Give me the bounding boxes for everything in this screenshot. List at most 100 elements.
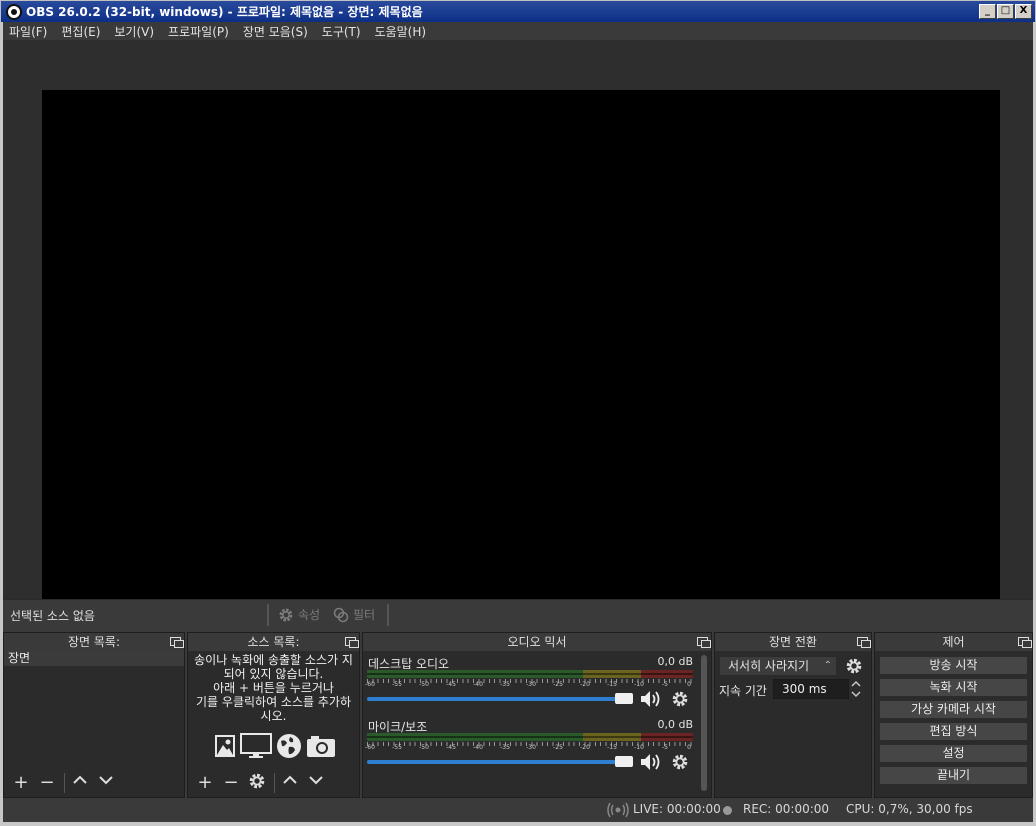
duration-label: 지속 기간 bbox=[719, 684, 767, 698]
transitions-header: 장면 전환 bbox=[715, 633, 871, 651]
studio-mode-button[interactable]: 편집 방식 bbox=[879, 722, 1028, 741]
toolbar-separator bbox=[267, 604, 269, 626]
meter-scale-label: -25 bbox=[553, 744, 563, 751]
move-scene-down-button[interactable] bbox=[95, 772, 117, 794]
menu-view[interactable]: 보기(V) bbox=[114, 23, 154, 40]
sources-toolbar: + − bbox=[188, 769, 359, 797]
settings-button[interactable]: 설정 bbox=[879, 744, 1028, 763]
duration-spinner[interactable] bbox=[849, 679, 863, 699]
undock-icon[interactable] bbox=[345, 637, 359, 648]
duration-input[interactable]: 300 ms bbox=[773, 679, 849, 699]
menu-file[interactable]: 파일(F) bbox=[9, 23, 47, 40]
rec-time: REC: 00:00:00 bbox=[743, 802, 830, 816]
meter-scale-label: -30 bbox=[526, 681, 536, 688]
move-scene-up-button[interactable] bbox=[69, 772, 91, 794]
monitor-icon bbox=[240, 733, 272, 758]
start-streaming-button[interactable]: 방송 시작 bbox=[879, 656, 1028, 675]
status-bar: LIVE: 00:00:00 REC: 00:00:00 CPU: 0,7%, … bbox=[3, 798, 1033, 822]
menu-profile[interactable]: 프로파일(P) bbox=[168, 23, 229, 40]
meter-scale-label: -40 bbox=[473, 744, 483, 751]
meter-scale-label: -15 bbox=[607, 744, 617, 751]
volume-slider-handle[interactable] bbox=[615, 693, 633, 704]
meter-scale-label: -60 bbox=[365, 744, 375, 751]
toolbar-separator bbox=[274, 773, 275, 793]
scenes-toolbar: + − bbox=[4, 769, 184, 797]
cpu-fps-status: CPU: 0,7%, 30,00 fps bbox=[846, 802, 973, 816]
scenes-dock: 장면 목록: 장면 + − bbox=[3, 632, 185, 798]
meter-scale-label: 0 bbox=[687, 681, 691, 688]
speaker-icon[interactable] bbox=[639, 689, 663, 709]
menu-edit[interactable]: 편집(E) bbox=[61, 23, 100, 40]
undock-icon[interactable] bbox=[857, 637, 871, 648]
gear-icon[interactable] bbox=[671, 753, 689, 771]
menu-tools[interactable]: 도구(T) bbox=[322, 23, 361, 40]
properties-button[interactable]: 속성 bbox=[278, 606, 320, 623]
meter-scale-label: -5 bbox=[662, 744, 668, 751]
add-scene-button[interactable]: + bbox=[10, 772, 32, 794]
undock-icon[interactable] bbox=[697, 637, 711, 648]
exit-button[interactable]: 끝내기 bbox=[879, 766, 1028, 785]
volume-meter bbox=[367, 733, 693, 741]
meter-scale-label: -15 bbox=[607, 681, 617, 688]
move-source-down-button[interactable] bbox=[305, 772, 327, 794]
audio-mixer-dock: 오디오 믹서 데스크탑 오디오 0,0 dB -60 -55 -50 -45 -40 -3… bbox=[362, 632, 712, 798]
globe-icon bbox=[277, 734, 301, 758]
obs-logo-icon bbox=[6, 3, 22, 20]
add-source-button[interactable]: + bbox=[194, 772, 216, 794]
program-preview[interactable] bbox=[42, 90, 1000, 629]
no-source-selected-label: 선택된 소스 없음 bbox=[10, 609, 95, 623]
chevron-up-icon bbox=[73, 775, 87, 784]
undock-icon[interactable] bbox=[170, 637, 184, 648]
camera-icon bbox=[307, 736, 335, 757]
gear-icon bbox=[279, 608, 293, 621]
spinner-arrows-icon bbox=[851, 681, 861, 697]
meter-scale-label: -30 bbox=[526, 744, 536, 751]
window-title-bar[interactable]: OBS 26.0.2 (32-bit, windows) - 프로파일: 제목없… bbox=[0, 0, 1036, 22]
volume-slider[interactable] bbox=[367, 760, 633, 764]
audio-mixer-title: 오디오 믹서 bbox=[507, 635, 567, 649]
scenes-list: 장면 bbox=[4, 651, 184, 769]
minimize-button[interactable]: _ bbox=[979, 4, 996, 19]
volume-slider-handle[interactable] bbox=[615, 756, 633, 767]
meter-scale-label: -5 bbox=[662, 681, 668, 688]
image-icon bbox=[215, 735, 235, 757]
menu-help[interactable]: 도움말(H) bbox=[375, 23, 427, 40]
volume-slider[interactable] bbox=[367, 697, 633, 701]
window-frame-bottom bbox=[0, 822, 1036, 826]
meter-scale-label: -50 bbox=[419, 744, 429, 751]
meter-scale-label: -35 bbox=[500, 744, 510, 751]
meter-scale-label: -60 bbox=[365, 681, 375, 688]
transitions-title: 장면 전환 bbox=[769, 635, 817, 649]
meter-scale-label: -50 bbox=[419, 681, 429, 688]
start-virtual-camera-button[interactable]: 가상 카메라 시작 bbox=[879, 700, 1028, 719]
gear-icon[interactable] bbox=[671, 690, 689, 708]
maximize-button[interactable]: □ bbox=[997, 4, 1014, 19]
gear-icon[interactable] bbox=[845, 657, 863, 675]
scenes-dock-title: 장면 목록: bbox=[67, 635, 121, 649]
transition-select[interactable]: 서서히 사라지기 ⌃⌄ bbox=[719, 656, 837, 689]
gear-icon bbox=[249, 773, 265, 789]
meter-scale-label: -55 bbox=[392, 744, 402, 751]
source-properties-button[interactable] bbox=[246, 772, 268, 794]
record-indicator-icon bbox=[723, 806, 732, 815]
live-time: LIVE: 00:00:00 bbox=[633, 802, 721, 816]
close-button[interactable]: X bbox=[1015, 4, 1032, 19]
filter-icon bbox=[333, 607, 349, 622]
remove-source-button[interactable]: − bbox=[220, 772, 242, 794]
meter-scale-label: -40 bbox=[473, 681, 483, 688]
speaker-icon[interactable] bbox=[639, 752, 663, 772]
menu-scene-collection[interactable]: 장면 모음(S) bbox=[243, 23, 308, 40]
filters-button[interactable]: 필터 bbox=[333, 606, 375, 623]
sources-dock: 소스 목록: 송이나 녹화에 송출할 소스가 지 되어 있지 않습니다. 아래 … bbox=[187, 632, 360, 798]
window-controls: _ □ X bbox=[978, 4, 1032, 19]
undock-icon[interactable] bbox=[1018, 637, 1032, 648]
move-source-up-button[interactable] bbox=[279, 772, 301, 794]
toolbar-separator bbox=[387, 604, 389, 626]
chevron-up-icon bbox=[283, 775, 297, 784]
mixer-scrollbar[interactable] bbox=[701, 655, 707, 791]
remove-scene-button[interactable]: − bbox=[36, 772, 58, 794]
scene-item[interactable]: 장면 bbox=[4, 651, 184, 666]
meter-scale-label: -45 bbox=[446, 681, 456, 688]
channel-level: 0,0 dB bbox=[657, 718, 693, 731]
start-recording-button[interactable]: 녹화 시작 bbox=[879, 678, 1028, 697]
